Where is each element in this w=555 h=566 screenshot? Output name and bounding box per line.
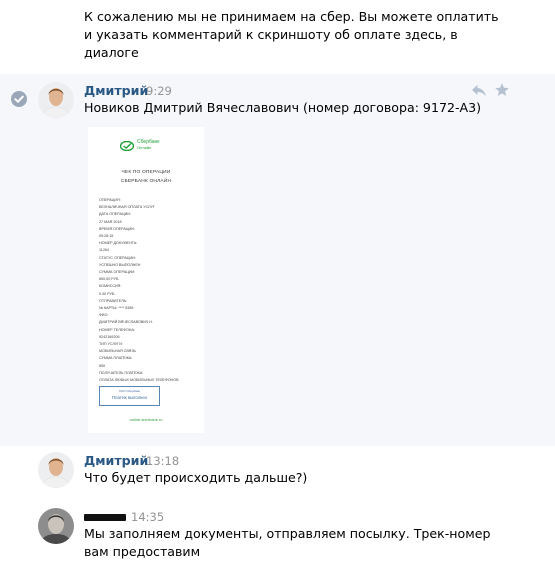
receipt-line: ДМИТРИЙ ВЯЧЕСЛАВОВИЧ Н.	[99, 320, 154, 325]
receipt-line: НОМЕР ДОКУМЕНТА:	[99, 241, 138, 246]
message-line: вам предоставим	[84, 544, 201, 559]
receipt-line: КОМИССИЯ:	[99, 284, 122, 289]
message-line: и указать комментарий к скриншоту об опл…	[84, 27, 458, 42]
receipt-line: 27 МАЯ 2018	[99, 219, 122, 224]
receipt-line: 650	[99, 363, 106, 368]
message-text: К сожалению мы не принимаем на сбер. Вы …	[84, 8, 499, 62]
message-line: К сожалению мы не принимаем на сбер. Вы …	[84, 9, 499, 24]
receipt-line: № КАРТЫ: **** 5389	[99, 306, 134, 311]
message-row-highlight[interactable]	[0, 74, 555, 446]
message-text: Что будет происходить дальше?)	[84, 470, 308, 485]
avatar[interactable]	[38, 452, 74, 488]
receipt-line: ОТПРАВИТЕЛЬ:	[99, 298, 128, 303]
receipt-line: ДАТА ОПЕРАЦИИ:	[99, 212, 131, 217]
receipt-line: НОМЕР ТЕЛЕФОНА:	[99, 327, 135, 332]
receipt-line: БЕЗНАЛИЧНАЯ ОПЛАТА УСЛУГ	[99, 205, 155, 210]
receipt-details: ОПЕРАЦИЯ: БЕЗНАЛИЧНАЯ ОПЛАТА УСЛУГ ДАТА …	[99, 197, 203, 384]
receipt-line: СТАТУС ОПЕРАЦИИ:	[99, 255, 136, 260]
receipt-line: 9242169206	[99, 334, 120, 339]
receipt-line: ВРЕМЯ ОПЕРАЦИИ:	[99, 226, 135, 231]
receipt-stamp: ПАО Сбербанк Платеж выполнен	[99, 386, 160, 406]
receipt-line: ФИО:	[99, 313, 109, 318]
receipt-subtitle: СБЕРБАНК ОНЛАЙН	[120, 179, 172, 184]
star-icon[interactable]	[494, 82, 510, 98]
receipt-line: СУММА ОПЕРАЦИИ:	[99, 270, 136, 275]
receipt-line: СУММА ПЛАТЕЖА:	[99, 356, 133, 361]
receipt-line: 09:28:15	[99, 234, 114, 239]
receipt-line: МОБИЛЬНАЯ СВЯЗЬ	[99, 349, 136, 354]
receipt-image[interactable]: Сбербанк Онлайн ЧЕК ПО ОПЕРАЦИИ СБЕРБАНК…	[88, 127, 204, 433]
receipt-line: 0.00 РУБ.	[99, 291, 116, 296]
receipt-line: 650.00 РУБ.	[99, 277, 120, 282]
receipt-line: 11264	[99, 248, 109, 253]
receipt-line: УСПЕШНО ВЫПОЛНЕН	[99, 262, 141, 267]
check-circle-icon[interactable]	[11, 91, 27, 107]
author-name[interactable]: Дмитрий	[84, 83, 148, 98]
message-line: Мы заполняем документы, отправляем посыл…	[84, 526, 491, 541]
receipt-line: ОПЛАТА ЛЮБЫХ МОБИЛЬНЫХ ТЕЛЕФОНОВ	[99, 378, 179, 383]
receipt-line: ОПЕРАЦИЯ:	[99, 198, 121, 202]
sberbank-logo-subtext: Онлайн	[137, 145, 152, 150]
sberbank-logo-icon	[120, 141, 134, 151]
receipt-line: ТИП УСЛУГИ:	[99, 342, 123, 347]
message-line: диалоге	[84, 45, 139, 60]
stamp-bank: ПАО Сбербанк	[119, 389, 140, 393]
message-text: Мы заполняем документы, отправляем посыл…	[84, 525, 491, 561]
avatar[interactable]	[38, 508, 74, 544]
message-text: Новиков Дмитрий Вячеславович (номер дого…	[84, 100, 482, 115]
message-time[interactable]: 9:29	[146, 84, 172, 98]
author-name-redacted	[84, 514, 126, 521]
reply-icon[interactable]	[471, 83, 487, 97]
stamp-status: Платеж выполнен	[112, 395, 147, 400]
author-name[interactable]: Дмитрий	[84, 453, 148, 468]
message-time[interactable]: 14:35	[131, 510, 164, 524]
receipt-site: online.sberbank.ru	[129, 417, 163, 422]
receipt-line: ПОЛУЧАТЕЛЬ ПЛАТЕЖА:	[99, 370, 144, 375]
avatar[interactable]	[38, 82, 74, 118]
sberbank-logo: Сбербанк Онлайн	[120, 139, 180, 153]
message-time[interactable]: 13:18	[146, 454, 179, 468]
receipt-title: ЧЕК ПО ОПЕРАЦИИ	[121, 170, 171, 175]
